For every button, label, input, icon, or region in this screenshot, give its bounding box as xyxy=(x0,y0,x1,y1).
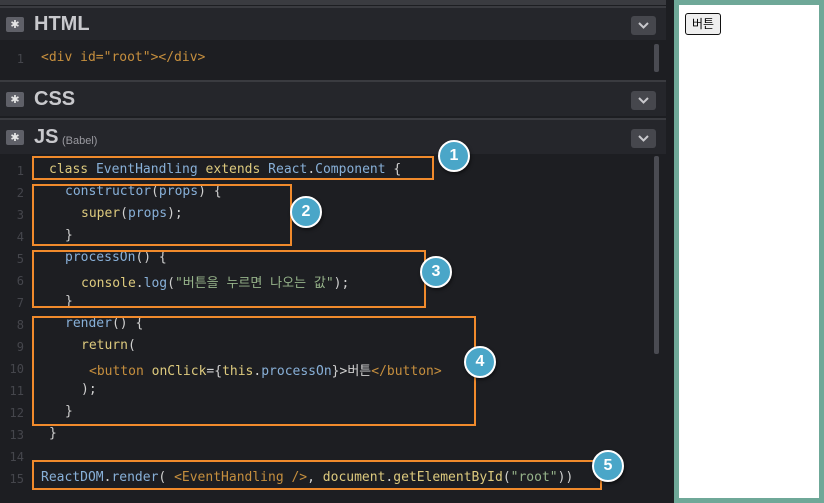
gear-icon[interactable]: ✱ xyxy=(6,130,24,145)
line-number: 8 xyxy=(16,318,24,332)
line-number: 5 xyxy=(16,252,24,266)
preview-pane: 버튼 xyxy=(674,0,824,503)
panel-divider[interactable] xyxy=(666,0,674,503)
preview-button[interactable]: 버튼 xyxy=(685,13,722,35)
highlight-box-5 xyxy=(32,460,602,490)
js-panel-subtitle: (Babel) xyxy=(62,135,98,147)
line-number: 1 xyxy=(16,164,24,178)
js-code-area[interactable]: 1 2 3 4 5 6 7 8 9 10 11 12 13 14 15 clas… xyxy=(0,140,660,503)
number-badge-1: 1 xyxy=(438,140,470,172)
line-number: 4 xyxy=(16,230,24,244)
js-panel-title: JS xyxy=(34,126,59,148)
line-number: 6 xyxy=(16,274,24,288)
line-number: 3 xyxy=(16,208,24,222)
highlight-box-2 xyxy=(32,184,292,246)
line-number: 1 xyxy=(16,52,24,66)
html-code-line: <div id="root"></div> xyxy=(41,50,206,65)
code-line-13: } xyxy=(49,426,57,441)
number-badge-2: 2 xyxy=(290,196,322,228)
line-number: 15 xyxy=(9,472,24,486)
number-badge-5: 5 xyxy=(592,450,624,482)
html-panel-title: HTML xyxy=(34,13,90,35)
chevron-down-icon[interactable] xyxy=(631,91,656,110)
line-number: 13 xyxy=(9,428,24,442)
highlight-box-3 xyxy=(32,250,426,308)
line-number: 9 xyxy=(16,340,24,354)
highlight-box-4 xyxy=(32,316,476,426)
html-panel-header[interactable]: ✱ HTML xyxy=(0,6,666,40)
number-badge-4: 4 xyxy=(464,346,496,378)
line-number: 7 xyxy=(16,296,24,310)
css-panel-title: CSS xyxy=(34,88,76,110)
code-editor: ✱ HTML 1 <div id="root"></div> ✱ CSS ✱ J… xyxy=(0,0,666,503)
line-number: 14 xyxy=(9,450,24,464)
preview-frame: 버튼 xyxy=(679,5,819,498)
highlight-box-1 xyxy=(32,156,434,180)
gear-icon[interactable]: ✱ xyxy=(6,17,24,32)
line-number: 11 xyxy=(9,384,24,398)
gear-icon[interactable]: ✱ xyxy=(6,92,24,107)
html-code-area[interactable]: 1 <div id="root"></div> xyxy=(0,42,660,78)
chevron-down-icon[interactable] xyxy=(631,16,656,35)
line-number: 10 xyxy=(9,362,24,376)
chevron-down-icon[interactable] xyxy=(631,129,656,148)
line-number: 2 xyxy=(16,186,24,200)
css-panel-header[interactable]: ✱ CSS xyxy=(0,80,666,116)
scrollbar[interactable] xyxy=(654,44,659,72)
scrollbar[interactable] xyxy=(654,156,659,354)
line-number: 12 xyxy=(9,406,24,420)
editor-top-border xyxy=(0,0,666,5)
js-panel-header[interactable]: ✱ JS (Babel) xyxy=(0,118,666,154)
number-badge-3: 3 xyxy=(420,256,452,288)
